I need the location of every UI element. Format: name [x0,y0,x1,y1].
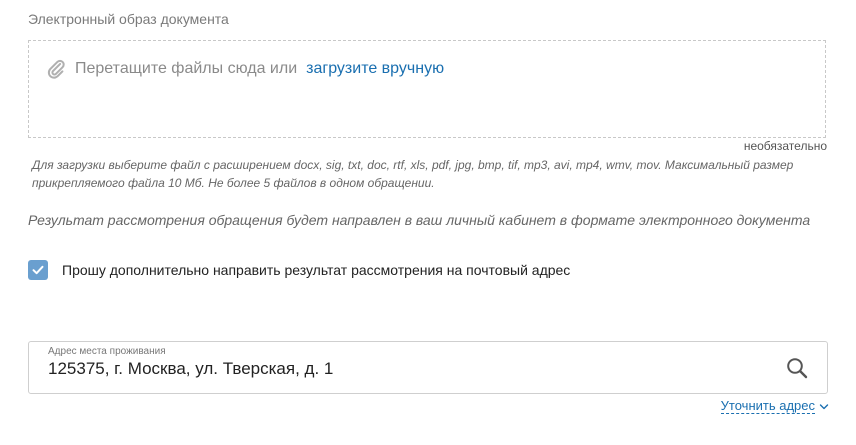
refine-address-label[interactable]: Уточнить адрес [720,399,815,414]
postal-delivery-label: Прошу дополнительно направить результат … [62,262,571,278]
result-delivery-note: Результат рассмотрения обращения будет н… [28,212,811,228]
file-requirements-hint: Для загрузки выберите файл с расширением… [32,158,794,190]
file-dropzone[interactable]: Перетащите файлы сюда или загрузите вруч… [28,40,826,138]
chevron-down-icon [819,403,829,409]
refine-address-link[interactable]: Уточнить адрес [720,399,829,414]
attachment-label: Электронный образ документа [28,11,229,27]
dropzone-prompt: Перетащите файлы сюда или загрузите вруч… [45,58,444,80]
address-field-label: Адрес места проживания [48,346,166,357]
paperclip-icon [45,58,67,80]
postal-delivery-checkbox[interactable] [28,260,48,280]
upload-manually-link[interactable]: загрузите вручную [306,60,444,78]
address-input-value[interactable]: 125375, г. Москва, ул. Тверская, д. 1 [48,359,333,379]
checkmark-icon [32,265,44,275]
postal-delivery-option[interactable]: Прошу дополнительно направить результат … [28,260,570,280]
residence-address-field[interactable]: Адрес места проживания 125375, г. Москва… [28,341,828,394]
drop-files-text: Перетащите файлы сюда или [75,60,298,77]
search-icon[interactable] [785,356,809,380]
optional-note: необязательно [743,139,827,153]
